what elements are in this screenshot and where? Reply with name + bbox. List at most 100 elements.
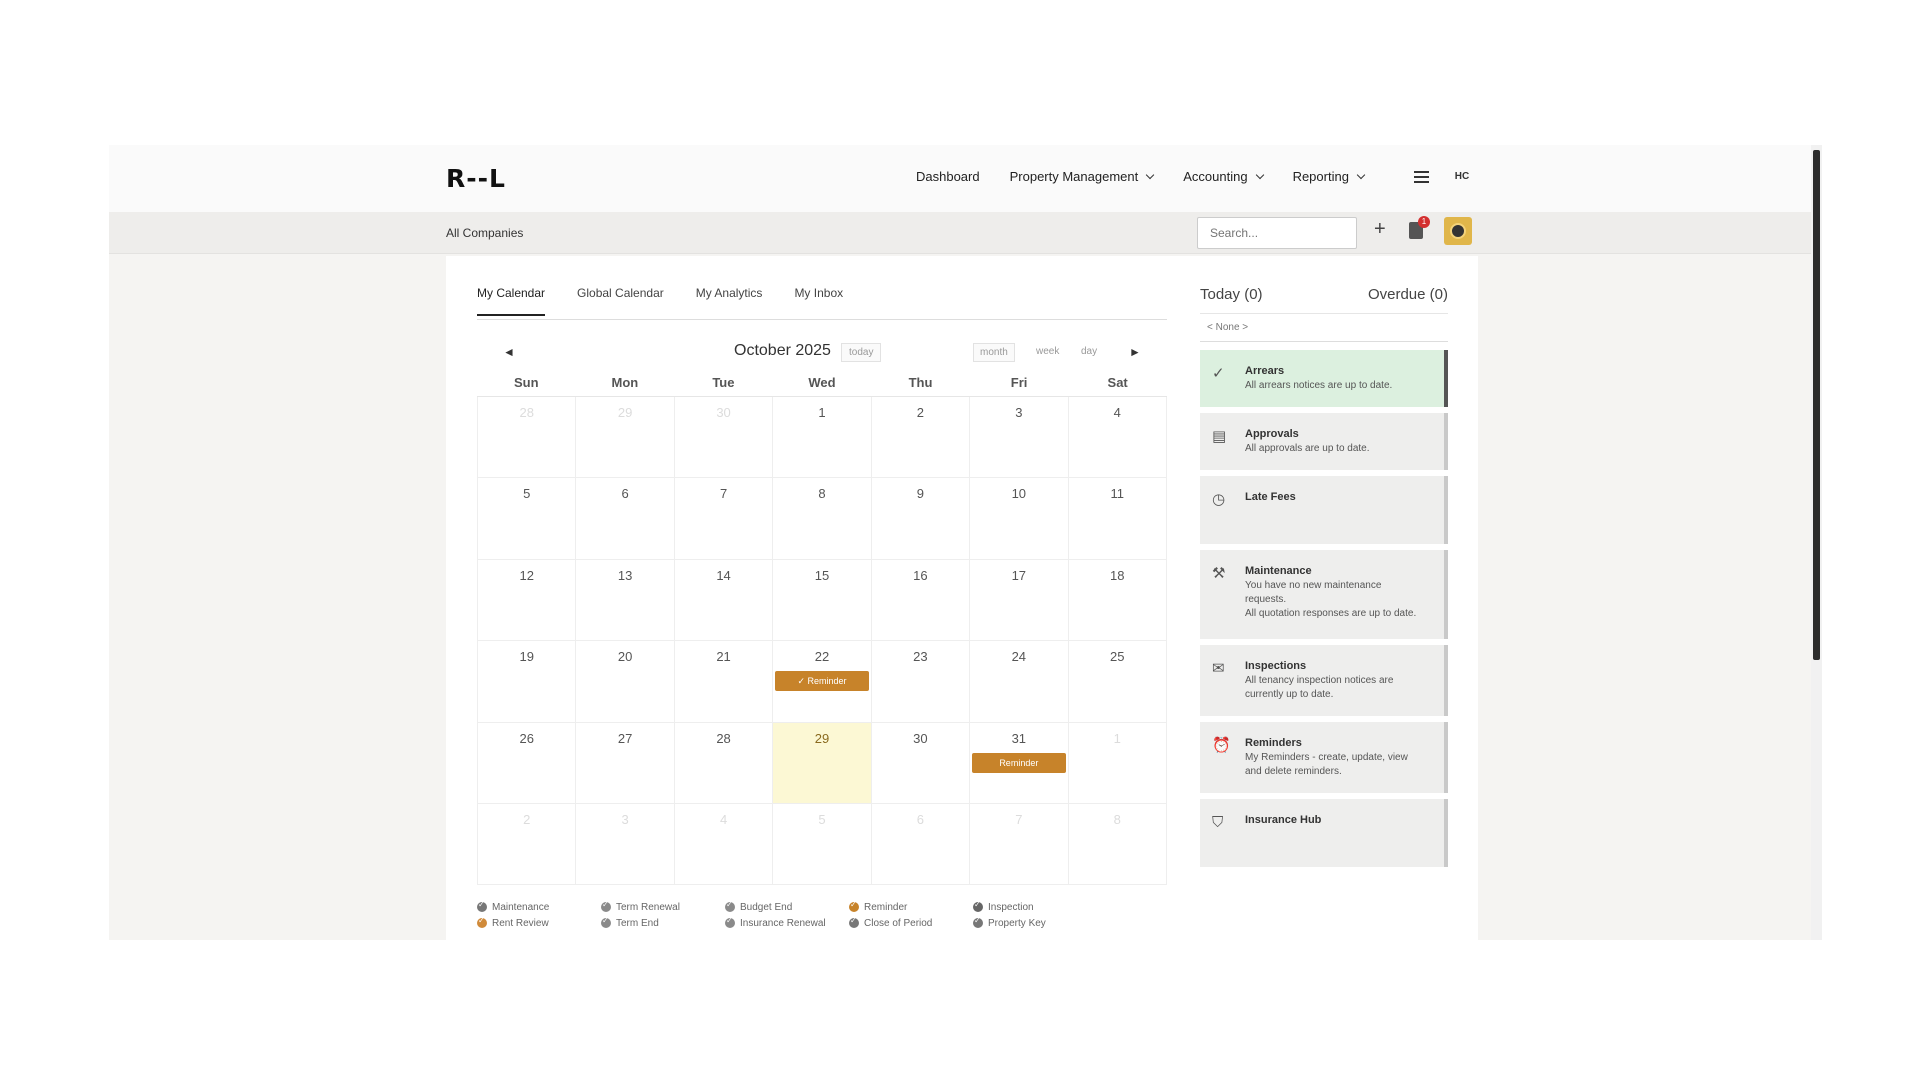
- calendar-day[interactable]: 2: [478, 803, 577, 885]
- calendar-day[interactable]: 29: [773, 722, 872, 803]
- legend-item[interactable]: Rent Review: [477, 916, 601, 929]
- nav-accounting[interactable]: Accounting: [1183, 169, 1264, 184]
- month-view-button[interactable]: month: [973, 343, 1015, 362]
- calendar-day[interactable]: 23: [872, 641, 971, 722]
- nav-label: Property Management: [1009, 169, 1139, 184]
- legend-check-icon: [725, 900, 735, 912]
- calendar-day[interactable]: 29: [576, 397, 675, 478]
- tab-my-analytics[interactable]: My Analytics: [696, 286, 763, 316]
- calendar-day[interactable]: 19: [478, 641, 577, 722]
- nav-property-management[interactable]: Property Management: [1009, 169, 1155, 184]
- overdue-count[interactable]: Overdue (0): [1368, 286, 1448, 303]
- tab-my-calendar[interactable]: My Calendar: [477, 286, 546, 316]
- legend-item[interactable]: Term End: [601, 916, 725, 929]
- week-view-button[interactable]: week: [1030, 343, 1065, 360]
- calendar-day[interactable]: 4: [675, 803, 774, 885]
- summary-card-late-fees[interactable]: ◷ Late Fees: [1200, 476, 1448, 544]
- calendar-day[interactable]: 5: [773, 803, 872, 885]
- company-selector[interactable]: All Companies: [446, 226, 523, 240]
- calendar-day[interactable]: 14: [675, 559, 774, 641]
- calendar-day[interactable]: 17: [970, 559, 1069, 641]
- legend-item[interactable]: Maintenance: [477, 900, 601, 913]
- calendar-day[interactable]: 2: [872, 397, 971, 478]
- calendar-day[interactable]: 30: [872, 722, 971, 803]
- calendar-day[interactable]: 9: [872, 478, 971, 559]
- calendar-day[interactable]: 12: [478, 559, 577, 641]
- user-initials-button[interactable]: HC: [1448, 163, 1476, 191]
- calendar-day[interactable]: 1: [1069, 722, 1167, 803]
- legend-item[interactable]: Close of Period: [849, 916, 973, 929]
- calendar-day[interactable]: 6: [576, 478, 675, 559]
- card-title: Approvals: [1245, 428, 1299, 440]
- legend-label: Insurance Renewal: [740, 917, 826, 929]
- calendar-day[interactable]: 24: [970, 641, 1069, 722]
- today-button[interactable]: today: [841, 343, 882, 362]
- legend-item[interactable]: Inspection: [973, 900, 1097, 913]
- calendar-day[interactable]: 3: [576, 803, 675, 885]
- tab-my-inbox[interactable]: My Inbox: [794, 286, 843, 316]
- nav-dashboard[interactable]: Dashboard: [916, 169, 980, 184]
- calendar-day[interactable]: 16: [872, 559, 971, 641]
- tab-global-calendar[interactable]: Global Calendar: [577, 286, 664, 316]
- calendar-day[interactable]: 13: [576, 559, 675, 641]
- summary-card-inspections[interactable]: ✉ Inspections All tenancy inspection notic…: [1200, 645, 1448, 716]
- calendar-day[interactable]: 10: [970, 478, 1069, 559]
- calendar-day[interactable]: 1: [773, 397, 872, 478]
- calendar-event-reminder[interactable]: ✓ Reminder: [775, 671, 869, 692]
- calendar-week: 26 27 28 29 30 31 Reminder 1: [478, 722, 1167, 804]
- add-button[interactable]: +: [1374, 218, 1386, 241]
- calendar-day[interactable]: 22 ✓ Reminder: [773, 641, 872, 722]
- calendar-day[interactable]: 4: [1069, 397, 1167, 478]
- legend-check-icon: [849, 916, 859, 928]
- next-month-button[interactable]: ►: [1129, 345, 1141, 359]
- calendar-day[interactable]: 5: [478, 478, 577, 559]
- nav-reporting[interactable]: Reporting: [1293, 169, 1366, 184]
- search-input[interactable]: [1197, 217, 1357, 249]
- legend-item[interactable]: Term Renewal: [601, 900, 725, 913]
- hamburger-menu-icon[interactable]: [1414, 171, 1429, 183]
- day-number: 3: [621, 811, 629, 827]
- calendar-day[interactable]: 21: [675, 641, 774, 722]
- calendar-day[interactable]: 15: [773, 559, 872, 641]
- legend-item[interactable]: Budget End: [725, 900, 849, 913]
- calendar-day[interactable]: 25: [1069, 641, 1167, 722]
- summary-card-arrears[interactable]: ✓ Arrears All arrears notices are up to da…: [1200, 350, 1448, 407]
- calendar-day[interactable]: 26: [478, 722, 577, 803]
- calendar-day[interactable]: 11: [1069, 478, 1167, 559]
- day-number: 4: [1113, 405, 1121, 420]
- calendar-day[interactable]: 31 Reminder: [970, 722, 1069, 803]
- calendar-day[interactable]: 3: [970, 397, 1069, 478]
- calendar-day[interactable]: 28: [478, 397, 577, 478]
- chevron-down-icon: [1255, 170, 1264, 180]
- summary-card-insurance-hub[interactable]: ⛉ Insurance Hub: [1200, 799, 1448, 867]
- day-number: 29: [617, 405, 633, 420]
- summary-empty-text: < None >: [1200, 314, 1448, 342]
- calendar-day[interactable]: 30: [675, 397, 774, 478]
- today-count[interactable]: Today (0): [1200, 286, 1263, 303]
- calendar-event-reminder[interactable]: Reminder: [972, 752, 1066, 773]
- summary-card-approvals[interactable]: ▤ Approvals All approvals are up to date.: [1200, 413, 1448, 470]
- calendar-day[interactable]: 28: [675, 722, 774, 803]
- calendar-day[interactable]: 6: [872, 803, 971, 885]
- calendar-day[interactable]: 27: [576, 722, 675, 803]
- legend-item[interactable]: Property Key: [973, 916, 1097, 929]
- calendar-day[interactable]: 20: [576, 641, 675, 722]
- chevron-down-icon: [1356, 170, 1366, 180]
- prev-month-button[interactable]: ◄: [503, 345, 515, 359]
- summary-card-maintenance[interactable]: ⚒ Maintenance You have no new maintenance …: [1200, 550, 1448, 639]
- calendar-day[interactable]: 8: [773, 478, 872, 559]
- summary-card-reminders[interactable]: ⏰ Reminders My Reminders - create, update,…: [1200, 722, 1448, 793]
- chevron-down-icon: [1145, 170, 1155, 180]
- legend-item[interactable]: Reminder: [849, 900, 973, 913]
- calendar-day[interactable]: 8: [1069, 803, 1167, 885]
- calendar-day[interactable]: 7: [675, 478, 774, 559]
- logo[interactable]: R--L: [446, 164, 506, 193]
- calendar-day[interactable]: 7: [970, 803, 1069, 885]
- scrollbar-thumb[interactable]: [1813, 150, 1820, 660]
- day-view-button[interactable]: day: [1075, 343, 1103, 360]
- calendar-day[interactable]: 18: [1069, 559, 1167, 641]
- day-number: 20: [617, 649, 633, 665]
- avatar[interactable]: [1444, 217, 1472, 245]
- legend-item[interactable]: Insurance Renewal: [725, 916, 849, 929]
- main-menu: Dashboard Property Management Accounting Re…: [916, 169, 1394, 184]
